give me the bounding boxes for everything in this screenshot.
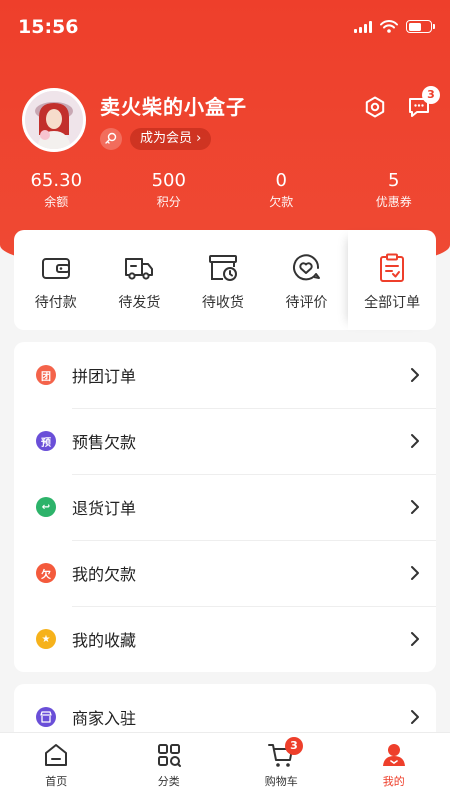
stat-points[interactable]: 500 积分: [113, 170, 226, 210]
chevron-right-icon: [411, 566, 419, 580]
username: 卖火柴的小盒子: [100, 94, 247, 119]
member-badge-icon: [100, 127, 122, 150]
menu-label: 拼团订单: [72, 367, 137, 386]
settings-icon: [365, 96, 385, 118]
tab-profile[interactable]: 我的: [338, 733, 450, 800]
debt-icon: 欠: [36, 563, 56, 583]
home-icon: [45, 744, 68, 766]
store-icon: [36, 707, 56, 727]
presale-icon: 预: [36, 431, 56, 451]
clipboard-icon: [380, 253, 405, 282]
chevron-right-icon: [411, 632, 419, 646]
tab-home[interactable]: 首页: [0, 733, 113, 800]
stat-debt[interactable]: 0 欠款: [225, 170, 338, 210]
tab-cart[interactable]: 3 购物车: [225, 733, 338, 800]
message-count-badge: 3: [422, 86, 440, 104]
battery-icon: [406, 20, 435, 33]
group-buy-icon: 团: [36, 365, 56, 385]
stat-value: 65.30: [30, 170, 83, 191]
menu-card: 团 拼团订单 预 预售欠款 ↩ 退货订单 欠 我的欠款 ★ 我的收藏: [14, 342, 436, 672]
return-icon: ↩: [36, 497, 56, 517]
become-member-label: 成为会员: [140, 130, 193, 146]
status-bar: 15:56: [0, 0, 450, 56]
chevron-right-icon: [411, 368, 419, 382]
order-all[interactable]: 全部订单: [348, 230, 436, 330]
stats-row: 65.30 余额 500 积分 0 欠款 5 优惠券: [0, 170, 450, 210]
status-time: 15:56: [18, 16, 79, 38]
settings-button[interactable]: [362, 94, 388, 120]
star-icon: ★: [36, 629, 56, 649]
menu-label: 预售欠款: [72, 433, 137, 452]
cart-count-badge: 3: [285, 737, 303, 755]
stat-value: 0: [275, 170, 287, 191]
menu-label: 我的收藏: [72, 631, 137, 650]
chevron-right-icon: [411, 710, 419, 724]
order-label: 待收货: [201, 295, 244, 311]
order-pending-payment[interactable]: 待付款: [14, 230, 98, 330]
stat-value: 500: [151, 170, 186, 191]
orders-card: 待付款 待发货 待收货 待评价 全部订单: [14, 230, 436, 330]
truck-icon: [125, 258, 154, 280]
profile-section: 卖火柴的小盒子 成为会员 ›: [22, 88, 247, 152]
menu-group-orders[interactable]: 团 拼团订单: [14, 342, 436, 408]
tab-bar: 首页 分类 3 购物车 我的: [0, 732, 450, 800]
menu-label: 我的欠款: [72, 565, 137, 584]
order-pending-shipment[interactable]: 待发货: [98, 230, 182, 330]
signal-icon: [354, 20, 372, 33]
tab-label: 首页: [45, 775, 68, 788]
stat-label: 余额: [44, 195, 69, 209]
order-label: 待评价: [285, 295, 328, 311]
profile-icon: [382, 744, 405, 766]
stat-label: 优惠券: [375, 195, 412, 209]
tab-label: 购物车: [264, 775, 298, 788]
stat-label: 积分: [156, 195, 181, 209]
order-label: 待发货: [118, 295, 161, 311]
order-label: 待付款: [34, 295, 77, 311]
become-member-button[interactable]: 成为会员 ›: [130, 127, 212, 150]
stat-label: 欠款: [269, 195, 294, 209]
category-icon: [157, 744, 181, 767]
avatar[interactable]: [22, 88, 86, 152]
stat-value: 5: [388, 170, 400, 191]
menu-my-debt[interactable]: 欠 我的欠款: [14, 540, 436, 606]
stat-coupons[interactable]: 5 优惠券: [338, 170, 450, 210]
tab-label: 我的: [382, 775, 405, 788]
wallet-icon: [41, 258, 70, 279]
order-label: 全部订单: [364, 295, 421, 311]
menu-presale-debt[interactable]: 预 预售欠款: [14, 408, 436, 474]
order-pending-review[interactable]: 待评价: [265, 230, 349, 330]
chevron-right-icon: [411, 500, 419, 514]
wifi-icon: [380, 20, 398, 33]
menu-label: 商家入驻: [72, 709, 137, 728]
package-clock-icon: [208, 255, 237, 281]
stat-balance[interactable]: 65.30 余额: [0, 170, 113, 210]
messages-button[interactable]: 3: [406, 86, 440, 120]
chevron-right-icon: ›: [196, 130, 202, 146]
heart-comment-icon: [293, 254, 321, 281]
menu-label: 退货订单: [72, 499, 137, 518]
tab-category[interactable]: 分类: [113, 733, 226, 800]
menu-favorites[interactable]: ★ 我的收藏: [14, 606, 436, 672]
status-icons: [354, 20, 435, 33]
chevron-right-icon: [411, 434, 419, 448]
tab-label: 分类: [157, 775, 180, 788]
top-actions: 3: [362, 86, 440, 120]
menu-return-orders[interactable]: ↩ 退货订单: [14, 474, 436, 540]
order-pending-receipt[interactable]: 待收货: [181, 230, 265, 330]
